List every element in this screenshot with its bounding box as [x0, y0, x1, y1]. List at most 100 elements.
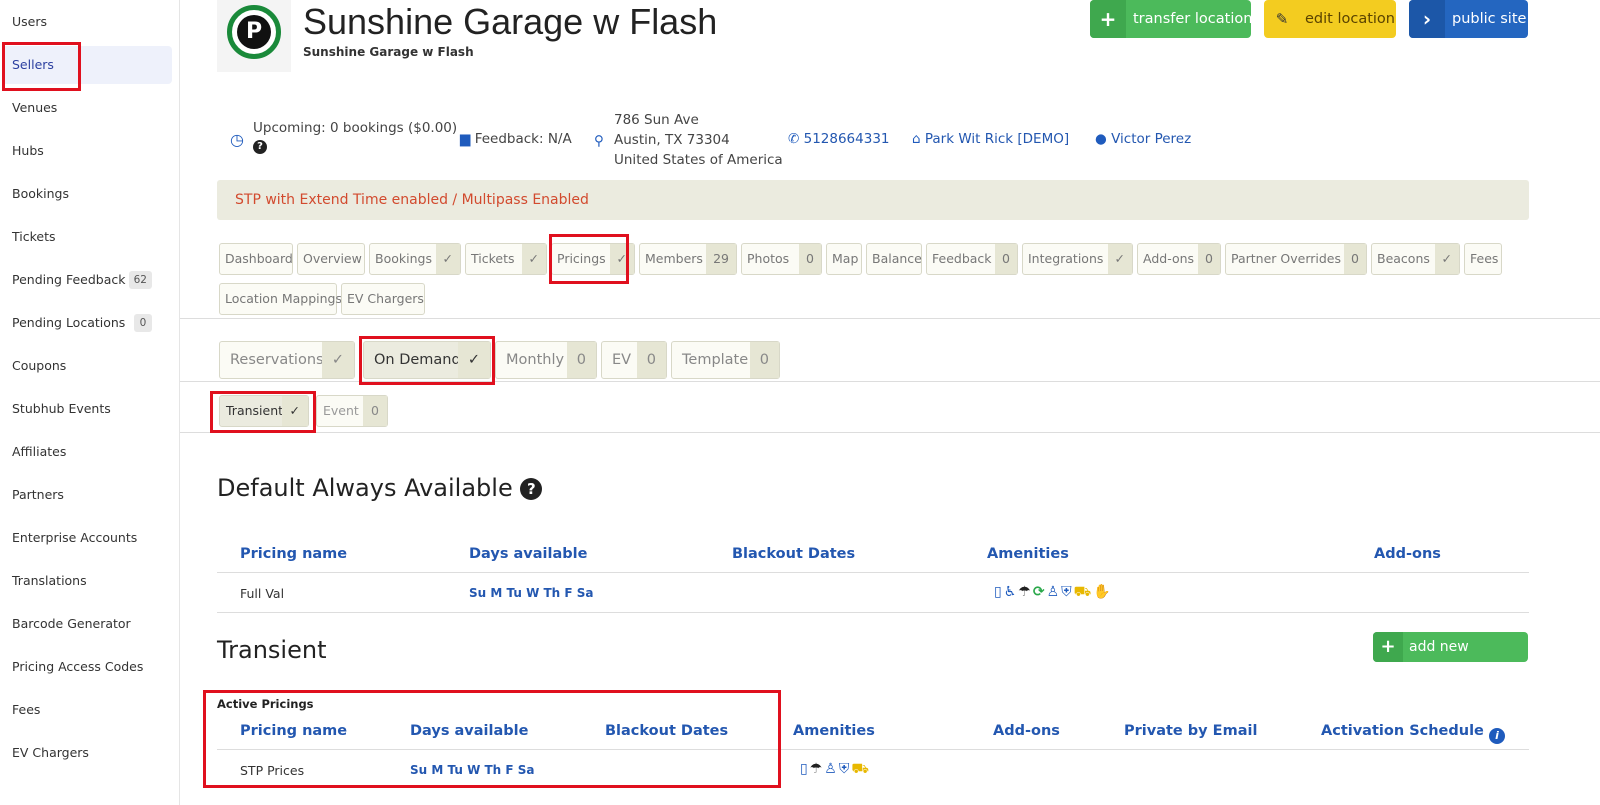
tab-beacons[interactable]: Beacons ✓: [1371, 243, 1460, 275]
tab-label: Add-ons: [1143, 251, 1195, 266]
sidebar-item-label: Fees: [12, 702, 41, 717]
address-line: Austin, TX 73304: [614, 132, 730, 148]
tab-template[interactable]: Template 0: [671, 341, 780, 379]
add-new-pricings-button[interactable]: + add new pricings: [1373, 632, 1528, 685]
tab-label: EV Chargers: [347, 291, 424, 306]
sidebar-item-label: Users: [12, 14, 48, 29]
help-icon[interactable]: ?: [520, 478, 543, 500]
column-header[interactable]: Pricing name: [240, 546, 347, 562]
sidebar-item-enterprise-accounts[interactable]: Enterprise Accounts: [2, 519, 172, 557]
tab-map[interactable]: Map: [826, 243, 862, 275]
sidebar-item-label: Affiliates: [12, 444, 67, 459]
tab-balance[interactable]: Balance: [866, 243, 922, 275]
valet-icon: ⛟: [851, 761, 871, 777]
column-header[interactable]: Blackout Dates: [732, 546, 855, 562]
tab-on-demand[interactable]: On Demand ✓: [363, 341, 491, 379]
tab-location-mappings[interactable]: Location Mappings: [219, 283, 342, 315]
sidebar-item-label: EV Chargers: [12, 745, 89, 760]
tab-partner-overrides[interactable]: Partner Overrides 0: [1225, 243, 1367, 275]
section-title-text: Default Always Available: [217, 474, 513, 502]
tab-ev[interactable]: EV 0: [601, 341, 667, 379]
edit-location-button[interactable]: ✎ edit location: [1264, 0, 1396, 38]
column-header[interactable]: Amenities: [793, 723, 875, 739]
sidebar-item-translations[interactable]: Translations: [2, 562, 172, 600]
partner-link[interactable]: Park Wit Rick [DEMO]: [925, 131, 1069, 147]
sidebar-item-fees[interactable]: Fees: [2, 691, 172, 729]
tab-overview[interactable]: Overview: [297, 243, 365, 275]
sidebar-item-coupons[interactable]: Coupons: [2, 347, 172, 385]
sidebar-item-venues[interactable]: Venues: [2, 89, 172, 127]
restroom-icon: ♙: [1046, 584, 1062, 600]
umbrella-icon: ☂: [1018, 584, 1033, 600]
tab-event[interactable]: Event 0: [316, 395, 388, 427]
public-site-button[interactable]: › public site: [1409, 0, 1528, 38]
tab-reservations[interactable]: Reservations ✓: [219, 341, 355, 379]
count-badge: 29: [706, 244, 736, 274]
sidebar-item-label: Sellers: [12, 57, 54, 72]
count-badge: 62: [128, 271, 152, 289]
phone-link[interactable]: 5128664331: [804, 131, 890, 147]
tab-label: Map: [832, 251, 859, 266]
sidebar: Users Sellers Venues Hubs Bookings Ticke…: [0, 0, 180, 805]
column-header[interactable]: Add-ons: [993, 723, 1060, 739]
tab-transient[interactable]: Transient ✓: [219, 395, 309, 427]
tab-members[interactable]: Members 29: [639, 243, 737, 275]
tab-fees[interactable]: Fees: [1464, 243, 1502, 275]
sidebar-item-ev-chargers[interactable]: EV Chargers: [2, 734, 172, 772]
plus-icon: +: [1373, 632, 1403, 662]
sidebar-item-label: Coupons: [12, 358, 67, 373]
column-header[interactable]: Days available: [469, 546, 587, 562]
help-icon[interactable]: ?: [253, 140, 267, 154]
column-header[interactable]: Amenities: [987, 546, 1069, 562]
tab-monthly[interactable]: Monthly 0: [495, 341, 597, 379]
sidebar-item-label: Hubs: [12, 143, 44, 158]
tab-photos[interactable]: Photos 0: [741, 243, 822, 275]
sidebar-item-tickets[interactable]: Tickets: [2, 218, 172, 256]
sidebar-item-label: Translations: [12, 573, 87, 588]
tab-label: Transient: [226, 403, 284, 418]
check-badge: ✓: [457, 342, 490, 378]
column-header[interactable]: Private by Email: [1124, 723, 1257, 739]
transfer-location-button[interactable]: + transfer location: [1090, 0, 1252, 38]
sidebar-item-pricing-access-codes[interactable]: Pricing Access Codes: [2, 648, 172, 686]
tab-add-ons[interactable]: Add-ons 0: [1137, 243, 1221, 275]
tab-label: Balance: [872, 251, 922, 266]
sidebar-item-partners[interactable]: Partners: [2, 476, 172, 514]
tab-dashboard[interactable]: Dashboard: [219, 243, 293, 275]
sidebar-item-label: Pending Locations: [12, 315, 126, 330]
count-badge: 0: [749, 342, 779, 378]
tab-ev-chargers[interactable]: EV Chargers: [341, 283, 425, 315]
sidebar-item-users[interactable]: Users: [2, 3, 172, 41]
upcoming-text: Upcoming: 0 bookings ($0.00): [253, 120, 458, 136]
column-header[interactable]: Days available: [410, 723, 528, 739]
tab-feedback[interactable]: Feedback 0: [926, 243, 1018, 275]
count-badge: 0: [636, 342, 666, 378]
page-subtitle: Sunshine Garage w Flash: [303, 45, 474, 59]
pricing-name[interactable]: Full Val: [240, 586, 284, 601]
column-header[interactable]: Add-ons: [1374, 546, 1441, 562]
tab-bookings[interactable]: Bookings ✓: [369, 243, 461, 275]
sidebar-item-affiliates[interactable]: Affiliates: [2, 433, 172, 471]
sidebar-item-hubs[interactable]: Hubs: [2, 132, 172, 170]
sidebar-item-barcode-generator[interactable]: Barcode Generator: [2, 605, 172, 643]
sidebar-item-label: Barcode Generator: [12, 616, 131, 631]
sidebar-item-pending-locations[interactable]: Pending Locations 0: [2, 304, 172, 342]
sidebar-item-bookings[interactable]: Bookings: [2, 175, 172, 213]
map-marker-icon: ⚲: [594, 133, 604, 149]
tab-integrations[interactable]: Integrations ✓: [1022, 243, 1133, 275]
tab-pricings[interactable]: Pricings ✓: [551, 243, 635, 275]
address-info: ⚲ 786 Sun Ave Austin, TX 73304 United St…: [594, 110, 783, 170]
column-header[interactable]: Blackout Dates: [605, 723, 728, 739]
tab-label: Reservations: [230, 352, 324, 368]
sidebar-item-stubhub-events[interactable]: Stubhub Events: [2, 390, 172, 428]
sidebar-item-label: Pending Feedback: [12, 272, 126, 287]
pricing-name[interactable]: STP Prices: [240, 763, 304, 778]
column-header[interactable]: Activation Schedule i: [1321, 723, 1505, 744]
contact-link[interactable]: Victor Perez: [1111, 131, 1191, 147]
sidebar-item-sellers[interactable]: Sellers: [2, 46, 172, 84]
address-line: 786 Sun Ave: [614, 112, 699, 128]
info-icon[interactable]: i: [1488, 728, 1505, 744]
tab-tickets[interactable]: Tickets ✓: [465, 243, 547, 275]
column-header[interactable]: Pricing name: [240, 723, 347, 739]
sidebar-item-pending-feedback[interactable]: Pending Feedback 62: [2, 261, 172, 299]
